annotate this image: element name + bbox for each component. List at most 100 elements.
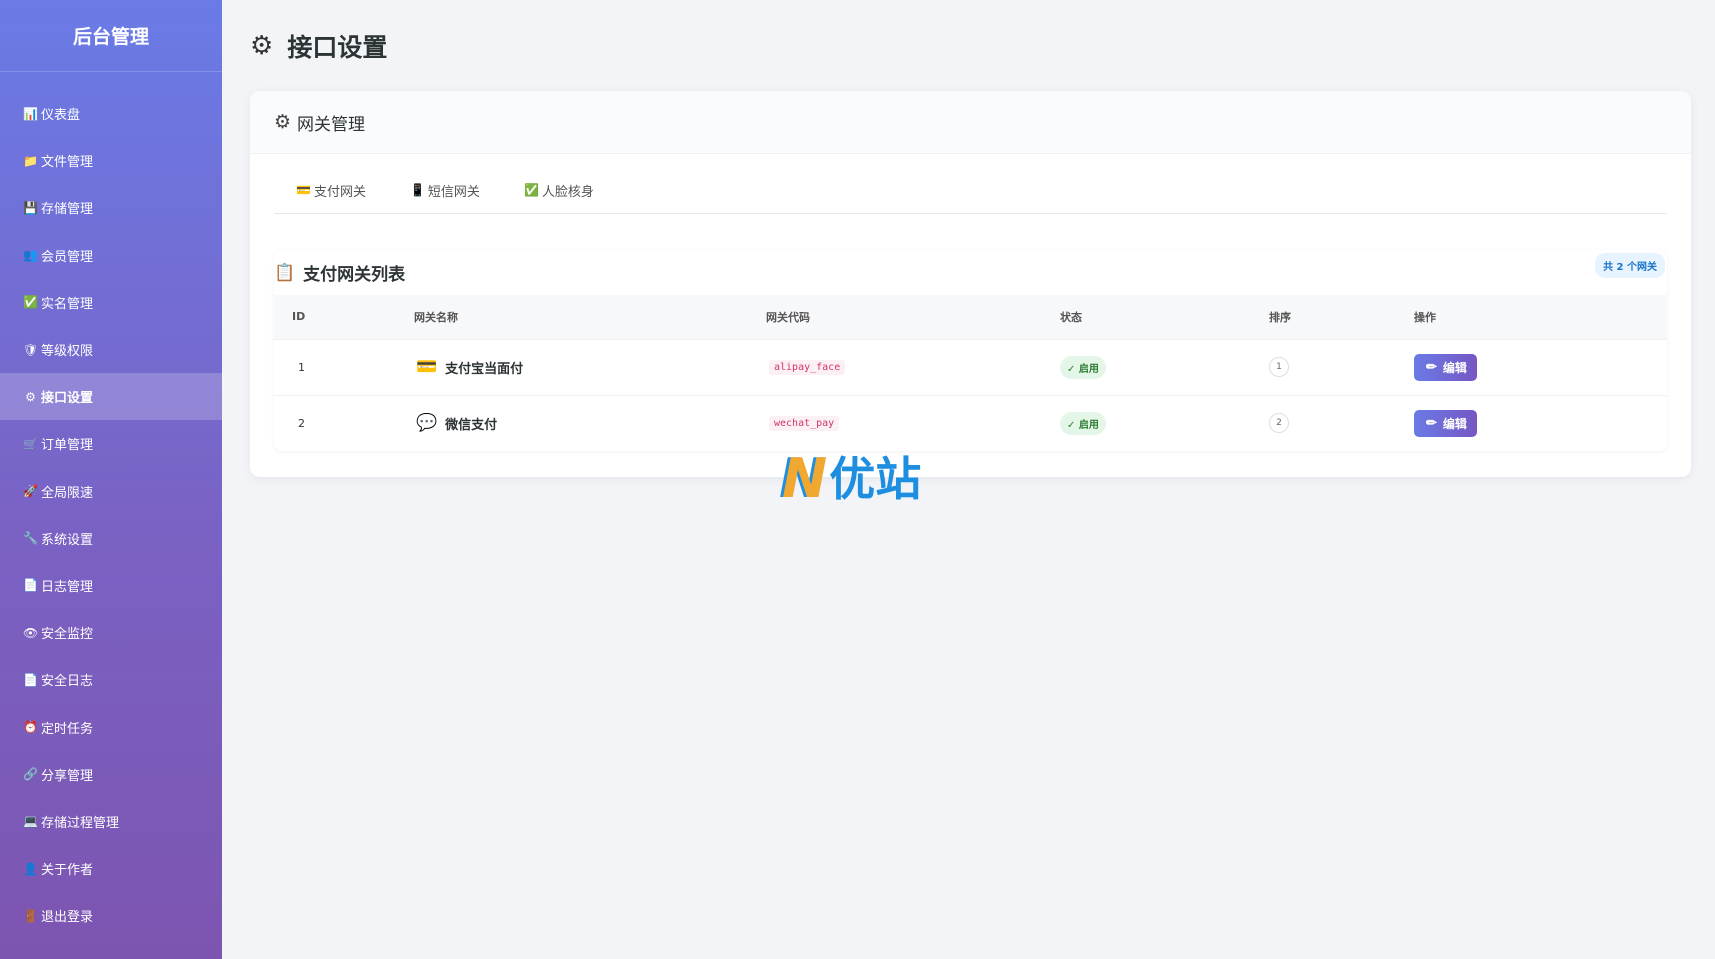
sidebar-item-label: 等级权限 [41,344,94,360]
sidebar-item-label: 关于作者 [41,863,94,879]
column-header-actions: 操作 [1414,310,1436,324]
tab-sms-gateway[interactable]: 📱 短信网关 [409,181,480,200]
sidebar-item-levels[interactable]: 🛡 等级权限 [0,326,222,373]
gateway-name: 微信支付 [445,417,498,433]
sidebar-item-label: 日志管理 [41,579,94,595]
sidebar-item-label: 系统设置 [41,532,94,548]
sidebar-item-shares[interactable]: 🔗 分享管理 [0,751,222,798]
brand-title: 后台管理 [0,0,222,72]
gateway-table: ID 网关名称 网关代码 状态 排序 操作 1 💳 支付宝当面付 alipay_f… [274,295,1667,451]
cell-id: 1 [298,360,305,374]
sidebar-item-speed-limit[interactable]: 🚀 全局限速 [0,468,222,515]
sidebar-item-api-settings[interactable]: ⚙ 接口设置 [0,373,222,421]
tab-label: 短信网关 [427,184,480,200]
folder-icon: 📁 [23,153,38,168]
pencil-icon: ✏ [1426,359,1437,374]
sidebar-item-logs[interactable]: 📄 日志管理 [0,562,222,609]
gateway-code: alipay_face [769,359,846,375]
sidebar-menu: 📊 仪表盘 📁 文件管理 💾 存储管理 👥 会员管理 ✅ 实名管理 🛡 等级权限 ⚙ 接口设置… [0,72,222,939]
gear-icon: ⚙ [250,31,274,61]
pencil-icon: ✏ [1426,415,1437,431]
link-icon: 🔗 [23,767,38,782]
sort-number: 2 [1269,413,1289,434]
page-header: ⚙ 接口设置 [250,28,387,64]
gateway-card: ⚙ 网关管理 💳 支付网关 📱 短信网关 ✅ 人脸核身 📋 支付网关列表 共 2 个网… [250,91,1691,477]
edit-button[interactable]: ✏ 编辑 [1414,353,1477,381]
status-badge: ✓ 启用 [1060,411,1106,435]
column-header-sort: 排序 [1269,310,1291,324]
chat-bubble-icon: 💬 [416,413,438,434]
column-header-code: 网关代码 [766,310,810,324]
credit-card-icon: 💳 [296,183,311,197]
sidebar-item-security-monitor[interactable]: 👁 安全监控 [0,609,222,656]
list-title: 支付网关列表 [303,265,406,285]
sidebar-item-label: 存储过程管理 [41,815,120,831]
column-header-status: 状态 [1060,310,1082,324]
sidebar-item-label: 安全日志 [41,674,94,690]
tab-face-verification[interactable]: ✅ 人脸核身 [524,181,594,200]
cell-sort: 1 [1269,339,1414,395]
sidebar-item-label: 实名管理 [41,296,94,312]
sidebar-item-label: 仪表盘 [41,108,81,124]
tab-label: 人脸核身 [541,184,594,200]
gateway-tabs: 💳 支付网关 📱 短信网关 ✅ 人脸核身 [274,181,1667,214]
cell-sort: 2 [1269,395,1414,451]
cell-name: 💳 支付宝当面付 [414,339,766,395]
cell-name: 💬 微信支付 [414,395,766,451]
tab-payment-gateway[interactable]: 💳 支付网关 [296,181,366,200]
sidebar-item-label: 会员管理 [41,249,94,265]
edit-button-label: 编辑 [1442,416,1467,431]
sidebar-item-label: 接口设置 [41,391,94,407]
gateway-code: wechat_pay [769,415,840,431]
sidebar-item-label: 分享管理 [41,768,94,784]
sidebar-item-storage[interactable]: 💾 存储管理 [0,184,222,231]
gear-icon: ⚙ [274,111,292,133]
sidebar-item-logout[interactable]: 🚪 退出登录 [0,892,222,939]
gateway-name: 支付宝当面付 [445,361,524,377]
cell-actions: ✏ 编辑 [1414,395,1667,451]
credit-card-icon: 💳 [416,357,438,377]
sidebar-item-system-settings[interactable]: 🔧 系统设置 [0,515,222,562]
sidebar-item-about[interactable]: 👤 关于作者 [0,845,222,892]
count-badge: 共 2 个网关 [1595,253,1665,278]
status-badge: ✓ 启用 [1060,355,1106,379]
sidebar-item-orders[interactable]: 🛒 订单管理 [0,420,222,467]
cell-actions: ✏ 编辑 [1414,339,1667,395]
phone-icon: 📱 [409,183,425,197]
users-icon: 👥 [23,248,38,263]
watermark-logo: N 优站 [782,452,921,506]
cart-icon: 🛒 [23,436,38,451]
sidebar-item-stored-procedures[interactable]: 💻 存储过程管理 [0,798,222,845]
sidebar-item-members[interactable]: 👥 会员管理 [0,232,222,279]
sidebar-item-dashboard[interactable]: 📊 仪表盘 [0,90,222,137]
laptop-icon: 💻 [23,814,38,829]
document-icon: 📄 [23,578,38,593]
door-icon: 🚪 [23,908,38,923]
sort-number: 1 [1269,357,1289,377]
sidebar-item-security-logs[interactable]: 📄 安全日志 [0,656,222,703]
sidebar-item-realname[interactable]: ✅ 实名管理 [0,279,222,326]
sidebar-item-label: 全局限速 [41,485,94,501]
floppy-icon: 💾 [23,200,38,215]
table-header-row: ID 网关名称 网关代码 状态 排序 操作 [274,295,1667,339]
sidebar-item-scheduled-tasks[interactable]: ⏰ 定时任务 [0,703,222,750]
sidebar-item-label: 安全监控 [41,627,94,643]
card-title: 网关管理 [297,114,366,135]
sidebar: 后台管理 📊 仪表盘 📁 文件管理 💾 存储管理 👥 会员管理 ✅ 实名管理 🛡 等级权限 … [0,0,222,959]
table-row: 1 💳 支付宝当面付 alipay_face ✓ 启用 1 ✏ 编辑 [274,339,1667,395]
watermark-n-logo: N [782,447,828,510]
cell-status: ✓ 启用 [1060,339,1269,395]
checkbox-icon: ✅ [23,295,38,310]
list-header: 📋 支付网关列表 共 2 个网关 [274,250,1667,295]
edit-button[interactable]: ✏ 编辑 [1414,409,1477,437]
sidebar-item-label: 定时任务 [41,721,94,737]
cell-id: 2 [298,416,305,430]
sidebar-item-label: 文件管理 [41,155,94,171]
sidebar-item-label: 存储管理 [41,202,94,218]
sidebar-item-files[interactable]: 📁 文件管理 [0,137,222,184]
watermark-text: 优站 [829,452,922,506]
cell-code: alipay_face [766,339,1060,395]
rocket-icon: 🚀 [23,484,38,499]
sidebar-item-label: 退出登录 [41,910,94,926]
shield-icon: 🛡 [23,342,39,357]
